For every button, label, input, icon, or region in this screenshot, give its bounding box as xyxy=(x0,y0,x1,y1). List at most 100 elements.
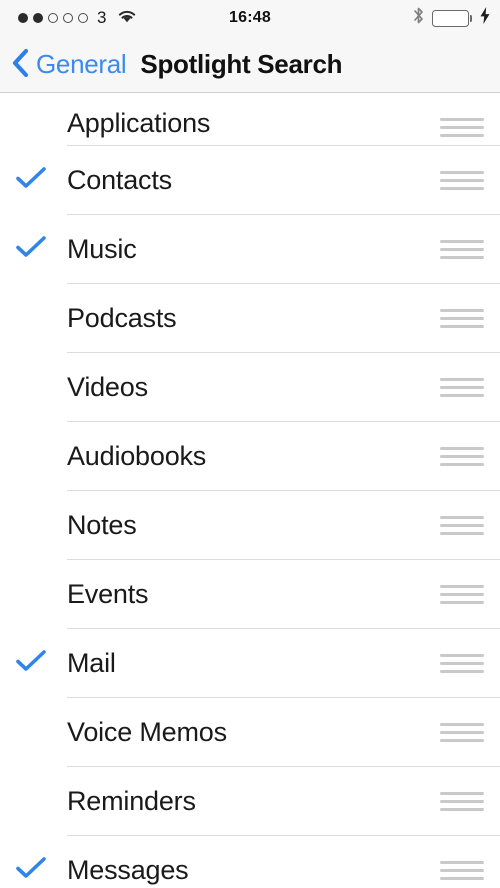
drag-handle-icon[interactable] xyxy=(440,861,484,880)
list-item-label: Reminders xyxy=(67,786,196,816)
drag-handle-bar xyxy=(440,532,484,535)
list-item-label: Audiobooks xyxy=(67,441,207,471)
checkmark-icon xyxy=(15,856,46,885)
drag-handle-bar xyxy=(440,386,484,389)
drag-handle-icon[interactable] xyxy=(440,171,484,190)
drag-handle-icon[interactable] xyxy=(440,516,484,535)
drag-handle-bar xyxy=(440,455,484,458)
drag-handle-bar xyxy=(440,317,484,320)
drag-handle-bar xyxy=(440,723,484,726)
drag-handle-bar xyxy=(440,593,484,596)
drag-handle-bar xyxy=(440,731,484,734)
checkmark-slot[interactable] xyxy=(0,373,67,402)
status-bar: 3 16:48 xyxy=(0,0,500,36)
list-item[interactable]: Podcasts xyxy=(0,284,500,353)
drag-handle-bar xyxy=(440,601,484,604)
navigation-bar: General Spotlight Search xyxy=(0,36,500,93)
drag-handle-bar xyxy=(440,447,484,450)
list-item[interactable]: Notes xyxy=(0,491,500,560)
chevron-left-icon xyxy=(11,48,29,81)
list-item[interactable]: Voice Memos xyxy=(0,698,500,767)
list-item-label: Videos xyxy=(67,372,148,402)
drag-handle-icon[interactable] xyxy=(440,378,484,397)
list-item-label: Messages xyxy=(67,855,189,885)
drag-handle-bar xyxy=(440,240,484,243)
drag-handle-icon[interactable] xyxy=(440,240,484,259)
drag-handle-bar xyxy=(440,739,484,742)
page-title: Spotlight Search xyxy=(140,49,343,79)
checkmark-slot[interactable] xyxy=(0,511,67,540)
drag-handle-bar xyxy=(440,118,484,121)
drag-handle-bar xyxy=(440,394,484,397)
phone-screen: 3 16:48 General Spotlight Search Applica… xyxy=(0,0,500,888)
list-item[interactable]: Messages xyxy=(0,836,500,888)
drag-handle-icon[interactable] xyxy=(440,447,484,466)
status-bar-right xyxy=(412,6,490,30)
list-item[interactable]: Events xyxy=(0,560,500,629)
drag-handle-bar xyxy=(440,800,484,803)
checkmark-icon xyxy=(15,235,46,264)
drag-handle-bar xyxy=(440,325,484,328)
drag-handle-bar xyxy=(440,171,484,174)
drag-handle-icon[interactable] xyxy=(440,118,484,137)
battery-indicator xyxy=(432,9,472,27)
list-item-label: Mail xyxy=(67,648,116,678)
drag-handle-bar xyxy=(440,134,484,137)
checkmark-slot[interactable] xyxy=(0,304,67,333)
checkmark-slot[interactable] xyxy=(0,649,67,678)
list-item-label: Notes xyxy=(67,510,137,540)
drag-handle-bar xyxy=(440,662,484,665)
drag-handle-bar xyxy=(440,463,484,466)
drag-handle-bar xyxy=(440,516,484,519)
list-item[interactable]: Contacts xyxy=(0,146,500,215)
battery-body xyxy=(432,9,469,27)
list-item[interactable]: Audiobooks xyxy=(0,422,500,491)
drag-handle-bar xyxy=(440,670,484,673)
checkmark-slot[interactable] xyxy=(0,580,67,609)
drag-handle-icon[interactable] xyxy=(440,792,484,811)
spotlight-search-list: Applications Contacts Music Podcasts Videos A… xyxy=(0,93,500,888)
drag-handle-bar xyxy=(440,309,484,312)
back-button-label: General xyxy=(36,49,127,79)
bluetooth-icon xyxy=(412,6,425,30)
checkmark-slot[interactable] xyxy=(0,235,67,264)
drag-handle-bar xyxy=(440,808,484,811)
list-item-label: Podcasts xyxy=(67,303,177,333)
checkmark-slot[interactable] xyxy=(0,856,67,885)
list-item[interactable]: Applications xyxy=(0,93,500,146)
drag-handle-icon[interactable] xyxy=(440,723,484,742)
drag-handle-bar xyxy=(440,869,484,872)
list-item-label: Music xyxy=(67,234,137,264)
list-item-label: Events xyxy=(67,579,149,609)
drag-handle-icon[interactable] xyxy=(440,654,484,673)
list-item[interactable]: Videos xyxy=(0,353,500,422)
checkmark-slot[interactable] xyxy=(0,108,67,137)
list-item-label: Contacts xyxy=(67,165,172,195)
drag-handle-icon[interactable] xyxy=(440,585,484,604)
drag-handle-bar xyxy=(440,877,484,880)
back-button[interactable]: General xyxy=(11,48,127,81)
drag-handle-bar xyxy=(440,256,484,259)
checkmark-slot[interactable] xyxy=(0,442,67,471)
lightning-bolt-icon xyxy=(480,7,490,29)
drag-handle-bar xyxy=(440,378,484,381)
battery-cap xyxy=(469,14,472,22)
list-item-label: Applications xyxy=(67,108,211,138)
drag-handle-bar xyxy=(440,654,484,657)
list-item[interactable]: Mail xyxy=(0,629,500,698)
drag-handle-bar xyxy=(440,179,484,182)
drag-handle-bar xyxy=(440,792,484,795)
drag-handle-bar xyxy=(440,524,484,527)
checkmark-icon xyxy=(15,166,46,195)
list-item[interactable]: Music xyxy=(0,215,500,284)
list-item-label: Voice Memos xyxy=(67,717,227,747)
drag-handle-icon[interactable] xyxy=(440,309,484,328)
list-item[interactable]: Reminders xyxy=(0,767,500,836)
drag-handle-bar xyxy=(440,861,484,864)
checkmark-slot[interactable] xyxy=(0,787,67,816)
checkmark-slot[interactable] xyxy=(0,718,67,747)
drag-handle-bar xyxy=(440,585,484,588)
checkmark-slot[interactable] xyxy=(0,166,67,195)
drag-handle-bar xyxy=(440,126,484,129)
drag-handle-bar xyxy=(440,248,484,251)
